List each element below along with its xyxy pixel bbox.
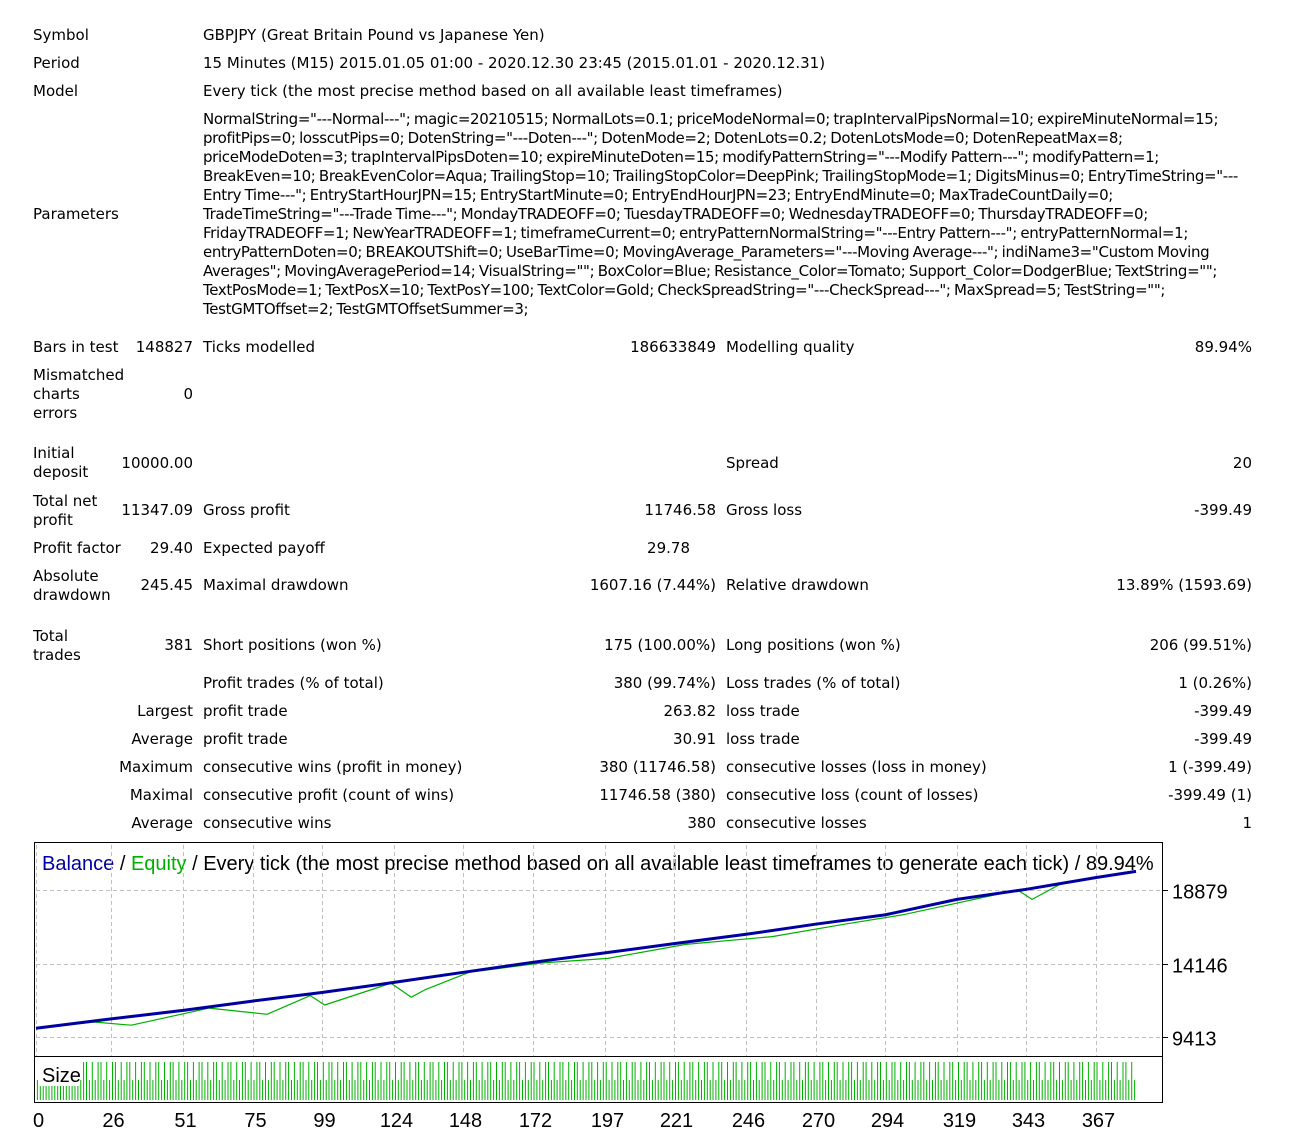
x-tick-label: 172	[519, 1110, 552, 1132]
y-tick-label: 18879	[1172, 882, 1228, 904]
x-tick-label: 99	[313, 1110, 335, 1132]
x-tick-label: 246	[732, 1110, 765, 1132]
x-tick-label: 51	[174, 1110, 196, 1132]
balance-equity-chart: Balance / Equity / Every tick (the most …	[33, 842, 1228, 1132]
legend-description: / Every tick (the most precise method ba…	[187, 853, 1154, 875]
legend-separator: /	[114, 853, 131, 875]
chart-legend: Balance / Equity / Every tick (the most …	[42, 853, 1154, 875]
y-axis: 9413 14146 18879	[1162, 882, 1228, 1051]
x-tick-label: 221	[660, 1110, 693, 1132]
size-label: Size	[42, 1065, 81, 1087]
x-tick-label: 270	[802, 1110, 835, 1132]
x-tick-label: 124	[380, 1110, 413, 1132]
x-tick-label: 319	[943, 1110, 976, 1132]
x-tick-label: 148	[449, 1110, 482, 1132]
x-tick-label: 343	[1012, 1110, 1045, 1132]
x-tick-label: 197	[591, 1110, 624, 1132]
x-tick-label: 367	[1082, 1110, 1115, 1132]
y-tick-label: 14146	[1172, 956, 1228, 978]
legend-balance: Balance	[42, 853, 114, 875]
x-axis: 0 26 51 75 99 124 148 172 197 221 246 270 294 319 343 3…	[33, 1110, 1115, 1132]
legend-equity: Equity	[131, 853, 187, 875]
x-tick-label: 294	[871, 1110, 904, 1132]
x-tick-label: 26	[102, 1110, 124, 1132]
x-tick-label: 75	[244, 1110, 266, 1132]
y-tick-label: 9413	[1172, 1029, 1217, 1051]
x-tick-label: 0	[33, 1110, 44, 1132]
